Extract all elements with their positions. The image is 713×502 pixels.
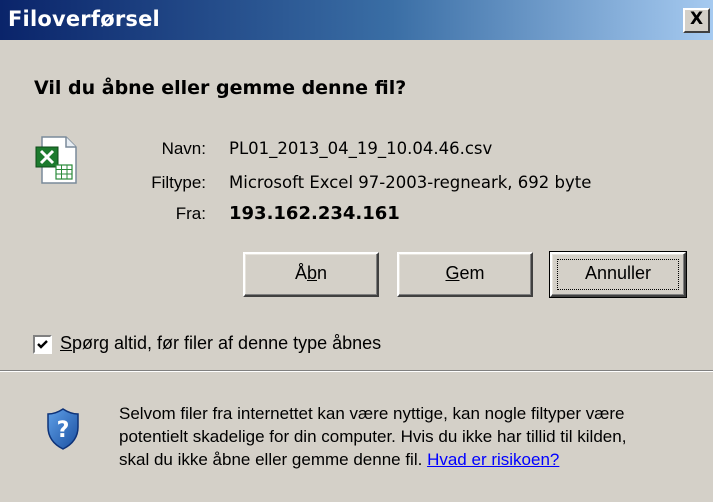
filetype-label: Filtype: [151,173,206,192]
svg-text:?: ? [57,418,70,443]
always-ask-text: pørg altid, før filer af denne type åbne… [72,333,382,353]
security-warning: Selvom filer fra internettet kan være ny… [119,402,709,471]
close-icon: X [689,9,704,29]
save-label-post: em [459,263,485,283]
always-ask-label[interactable]: Spørg altid, før filer af denne type åbn… [60,333,381,354]
open-label-hotkey: b [306,263,317,283]
warning-line-1: Selvom filer fra internettet kan være ny… [119,404,625,423]
save-button[interactable]: Gem [397,252,533,297]
focus-rectangle: Annuller [557,259,679,290]
cancel-button[interactable]: Annuller [549,251,687,298]
shield-question-icon: ? [47,408,79,450]
dialog-heading: Vil du åbne eller gemme denne fil? [34,77,407,99]
open-button[interactable]: Åbn [243,252,379,297]
filename-value: PL01_2013_04_19_10.04.46.csv [229,139,493,158]
filename-label: Navn: [161,139,206,158]
filetype-value: Microsoft Excel 97-2003-regneark, 692 by… [229,173,592,192]
open-label-post: n [317,263,328,283]
warning-line-3-text: skal du ikke åbne eller gemme denne fil. [119,450,423,469]
always-ask-checkbox[interactable] [33,335,52,354]
always-ask-hotkey: S [60,333,73,353]
open-label-pre: Å [294,263,307,283]
save-label-hotkey: G [445,263,460,283]
divider [0,370,713,372]
title-bar[interactable]: Filoverførsel X [0,0,713,40]
excel-file-icon [35,136,77,184]
file-download-dialog: Filoverførsel X Vil du åbne eller gemme … [0,0,713,502]
source-value: 193.162.234.161 [229,203,400,224]
warning-line-3: skal du ikke åbne eller gemme denne fil.… [119,448,709,471]
checkmark-icon [37,340,48,349]
window-title: Filoverførsel [8,7,160,31]
warning-line-2: potentielt skadelige for din computer. H… [119,427,627,446]
risk-link[interactable]: Hvad er risikoen? [427,450,559,469]
source-label: Fra: [175,204,206,223]
cancel-label: Annuller [584,263,652,283]
close-button[interactable]: X [683,8,710,33]
